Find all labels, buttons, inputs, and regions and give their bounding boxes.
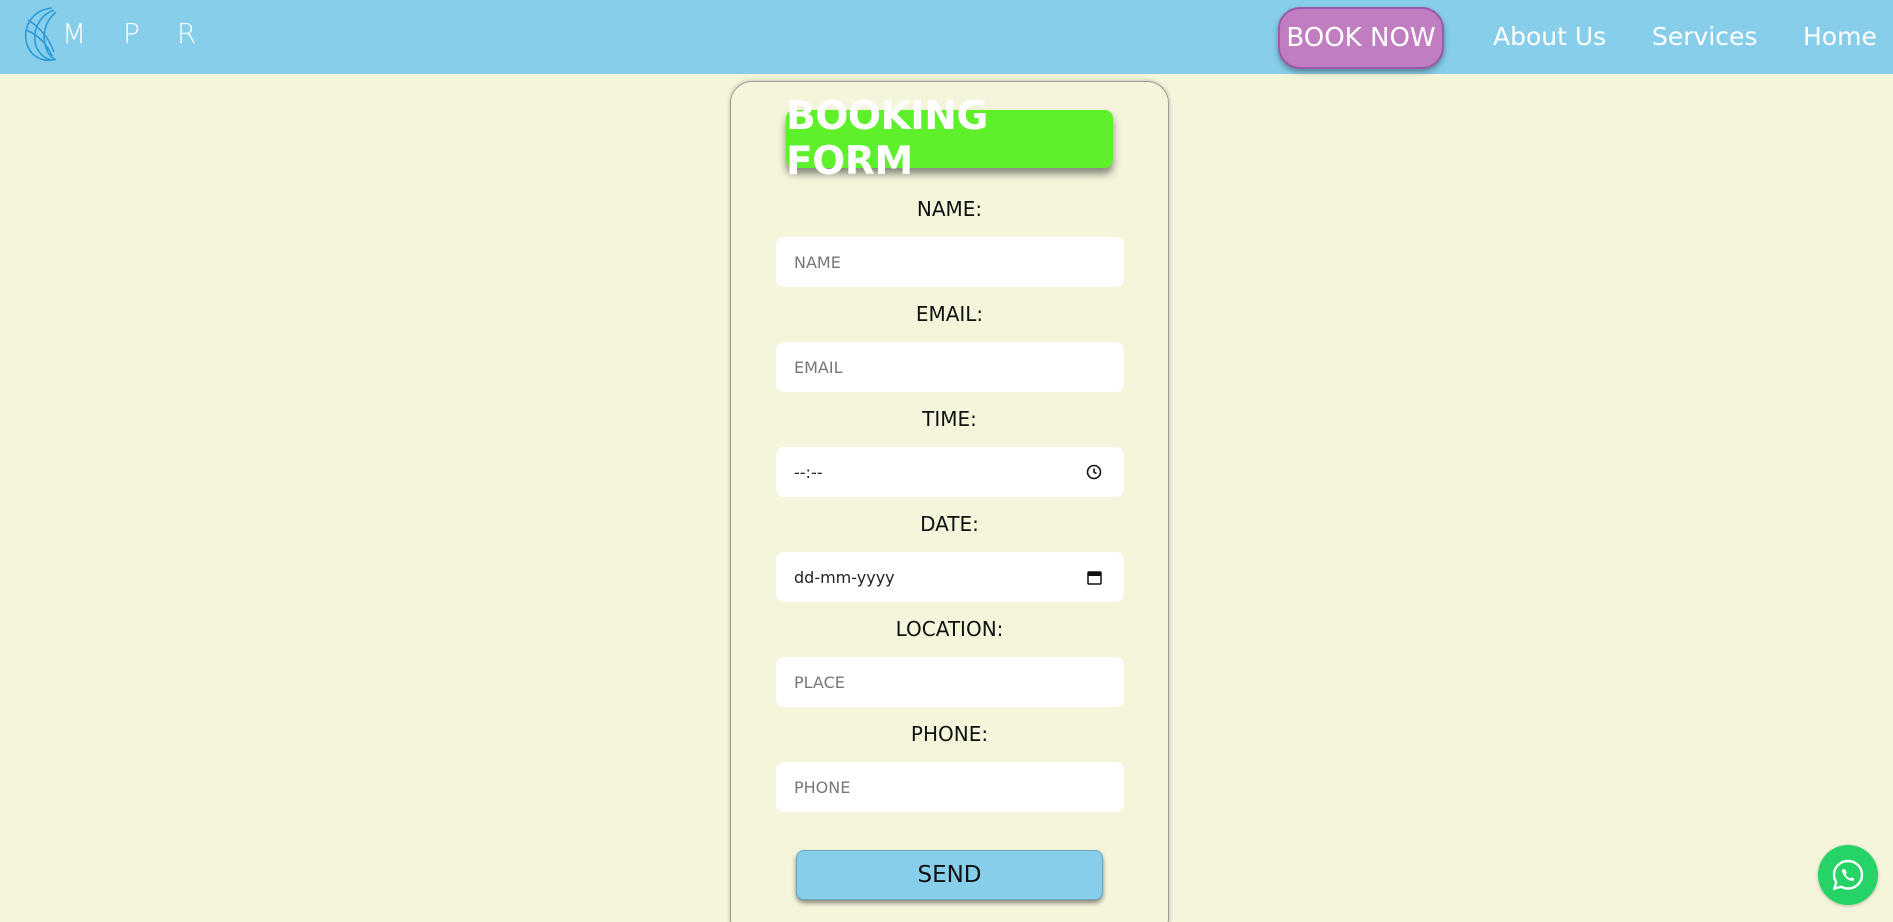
date-value: dd-mm-yyyy bbox=[794, 567, 895, 587]
phone-input[interactable] bbox=[776, 762, 1124, 812]
clock-icon[interactable] bbox=[1086, 464, 1102, 480]
time-label: TIME: bbox=[922, 407, 977, 431]
top-navbar: M P R BOOK NOW About Us Services Home bbox=[0, 0, 1893, 74]
time-value: --:-- bbox=[794, 462, 823, 482]
nav-link-home[interactable]: Home bbox=[1803, 22, 1877, 51]
site-logo[interactable]: M P R bbox=[22, 2, 210, 64]
date-label: DATE: bbox=[920, 512, 979, 536]
nav-link-about-us[interactable]: About Us bbox=[1493, 22, 1606, 51]
whatsapp-chat-button[interactable] bbox=[1818, 845, 1878, 905]
email-input[interactable] bbox=[776, 342, 1124, 392]
date-input[interactable]: dd-mm-yyyy bbox=[776, 552, 1124, 602]
calendar-icon[interactable] bbox=[1087, 570, 1102, 585]
form-title: BOOKING FORM bbox=[786, 94, 1113, 184]
book-now-button[interactable]: BOOK NOW bbox=[1278, 7, 1444, 69]
logo-text: M P R bbox=[62, 16, 211, 50]
name-input[interactable] bbox=[776, 237, 1124, 287]
whatsapp-icon bbox=[1832, 859, 1864, 891]
nav-link-services[interactable]: Services bbox=[1652, 22, 1757, 51]
phone-label: PHONE: bbox=[910, 722, 989, 746]
time-input[interactable]: --:-- bbox=[776, 447, 1124, 497]
location-label: LOCATION: bbox=[895, 617, 1004, 641]
email-label: EMAIL: bbox=[915, 302, 984, 326]
name-label: NAME: bbox=[916, 197, 983, 221]
location-input[interactable] bbox=[776, 657, 1124, 707]
send-button[interactable]: SEND bbox=[796, 850, 1103, 900]
